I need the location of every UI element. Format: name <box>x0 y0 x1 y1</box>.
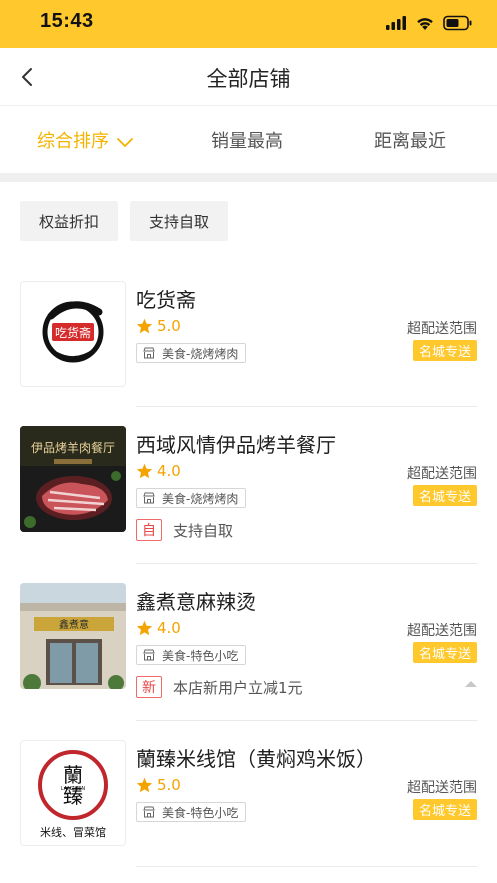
delivery-badge: 名城专送 <box>412 799 477 820</box>
status-time: 15:43 <box>40 10 94 32</box>
star-icon <box>136 777 153 793</box>
store-name: 蘭臻米线馆（黄焖鸡米饭） <box>136 747 376 771</box>
store-card[interactable]: 鑫煮意 鑫煮意麻辣烫 4.0 美食-特色小吃 超配送范围 名城专送 新 本店新用… <box>20 583 477 720</box>
status-bar: 15:43 <box>0 0 497 48</box>
nav-bar: 全部店铺 <box>0 48 497 106</box>
divider <box>136 563 477 564</box>
range-text: 超配送范围 <box>407 780 477 796</box>
category-text: 美食-特色小吃 <box>162 648 239 663</box>
rating-value: 4.0 <box>157 619 181 637</box>
category-text: 美食-特色小吃 <box>162 805 239 820</box>
store-logo: 鑫煮意 <box>20 583 126 689</box>
store-card[interactable]: 蘭 臻 LANZHEN 米线、冒菜馆 蘭臻米线馆（黄焖鸡米饭） 5.0 美食-特… <box>20 740 477 866</box>
store-logo: 伊品烤羊肉餐厅 <box>20 426 126 532</box>
tab-sales-highest[interactable]: 销量最高 <box>211 127 283 153</box>
logo-text: 伊品烤羊肉餐厅 <box>31 440 115 455</box>
store-rating: 5.0 <box>136 776 181 794</box>
range-text: 超配送范围 <box>407 623 477 639</box>
category-text: 美食-烧烤烤肉 <box>162 491 239 506</box>
logo-text: 鑫煮意 <box>59 618 89 631</box>
delivery-badge: 名城专送 <box>412 642 477 663</box>
star-icon <box>136 318 153 334</box>
store-rating: 4.0 <box>136 619 181 637</box>
tab-comprehensive-sort[interactable]: 综合排序 <box>37 127 134 153</box>
section-divider <box>0 173 497 182</box>
filter-row: 权益折扣 支持自取 <box>20 201 229 241</box>
promo-badge: 新 <box>136 676 162 698</box>
logo-subtext: LANZHEN <box>61 786 85 792</box>
tab-label: 综合排序 <box>37 131 109 152</box>
category-tag: 美食-烧烤烤肉 <box>136 488 247 508</box>
filter-self-pickup[interactable]: 支持自取 <box>130 201 229 241</box>
store-rating: 4.0 <box>136 462 181 480</box>
store-card[interactable]: 吃货斋 吃货斋 5.0 美食-烧烤烤肉 超配送范围 名城专送 <box>20 281 477 406</box>
rating-value: 5.0 <box>157 317 181 335</box>
store-icon <box>143 492 155 504</box>
category-tag: 美食-特色小吃 <box>136 645 247 665</box>
category-text: 美食-烧烤烤肉 <box>162 346 239 361</box>
promo-text: 支持自取 <box>173 521 234 540</box>
delivery-badge: 名城专送 <box>412 340 477 361</box>
category-tag: 美食-特色小吃 <box>136 802 247 822</box>
sort-bar: 综合排序 销量最高 距离最近 <box>0 107 497 173</box>
star-icon <box>136 463 153 479</box>
store-logo: 蘭 臻 LANZHEN 米线、冒菜馆 <box>20 740 126 846</box>
category-tag: 美食-烧烤烤肉 <box>136 343 247 363</box>
store-card[interactable]: 伊品烤羊肉餐厅 西域风情伊品烤羊餐厅 4.0 美食-烧烤烤肉 超配送范围 名城专… <box>20 426 477 563</box>
promo-badge: 自 <box>136 519 162 541</box>
divider <box>136 406 477 407</box>
store-name: 鑫煮意麻辣烫 <box>136 590 256 614</box>
chevron-down-icon <box>116 138 133 147</box>
logo-caption: 米线、冒菜馆 <box>40 825 106 839</box>
divider <box>136 866 477 867</box>
range-text: 超配送范围 <box>407 466 477 482</box>
promo-row: 新 本店新用户立减1元 <box>136 676 303 698</box>
store-icon <box>143 649 155 661</box>
status-icons <box>385 13 473 33</box>
store-rating: 5.0 <box>136 317 181 335</box>
store-icon <box>143 806 155 818</box>
delivery-badge: 名城专送 <box>412 485 477 506</box>
promo-text: 本店新用户立减1元 <box>173 678 303 697</box>
expand-caret-icon[interactable] <box>465 681 477 687</box>
page-title: 全部店铺 <box>206 67 291 91</box>
store-name: 吃货斋 <box>136 288 196 312</box>
rating-value: 5.0 <box>157 776 181 794</box>
store-name: 西域风情伊品烤羊餐厅 <box>136 433 336 457</box>
star-icon <box>136 620 153 636</box>
tab-distance-nearest[interactable]: 距离最近 <box>374 127 446 153</box>
wifi-icon <box>417 18 433 30</box>
range-text: 超配送范围 <box>407 321 477 337</box>
logo-text: 吃货斋 <box>55 325 91 340</box>
signal-icon <box>386 16 406 30</box>
store-icon <box>143 347 155 359</box>
divider <box>136 720 477 721</box>
battery-icon <box>443 15 472 31</box>
store-logo: 吃货斋 <box>20 281 126 387</box>
promo-row: 自 支持自取 <box>136 519 233 541</box>
rating-value: 4.0 <box>157 462 181 480</box>
filter-discount[interactable]: 权益折扣 <box>20 201 119 241</box>
